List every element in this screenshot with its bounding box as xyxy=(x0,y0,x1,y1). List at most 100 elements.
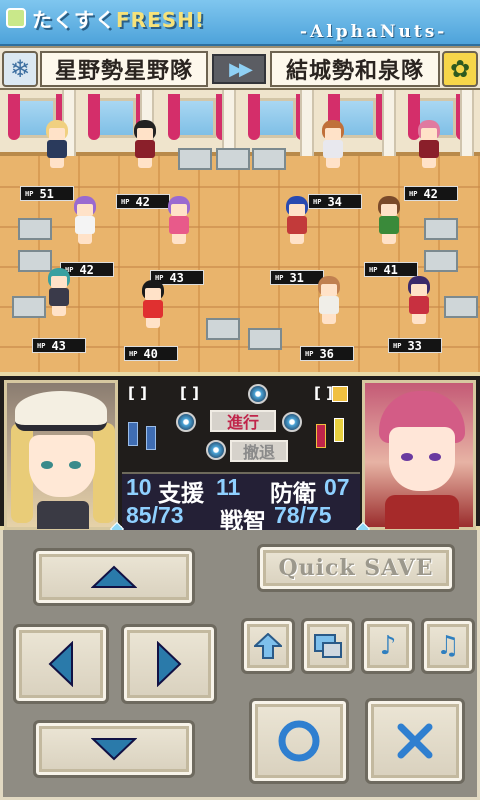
slot-bracket-2: [ ] xyxy=(180,384,199,402)
hp-value: 31 xyxy=(289,270,304,285)
slot-bracket-1: [ ] xyxy=(128,384,147,402)
hp-label: HP xyxy=(313,197,322,206)
scroll-up-button[interactable] xyxy=(241,618,295,674)
dpad-left-button[interactable] xyxy=(13,624,109,704)
gem-orb-icon xyxy=(206,440,226,460)
hp-label: HP xyxy=(305,349,314,358)
desk xyxy=(178,148,212,170)
unit-sprite[interactable] xyxy=(126,120,162,168)
unit-sprite[interactable] xyxy=(410,120,446,168)
hp-value: 33 xyxy=(407,338,422,353)
hp-label: HP xyxy=(369,265,378,274)
hp-badge: HP 40 xyxy=(124,346,178,361)
confirm-button[interactable] xyxy=(249,698,349,784)
desk xyxy=(18,218,52,240)
desk xyxy=(252,148,286,170)
unit-sprite[interactable] xyxy=(314,120,350,168)
retreat-button[interactable]: 撤退 xyxy=(230,440,288,462)
hp-value: 43 xyxy=(51,338,66,353)
arrow-left-icon xyxy=(48,641,73,687)
developer-name: -AlphaNuts- xyxy=(300,22,448,42)
hp-value: 42 xyxy=(79,262,94,277)
right-support-value: 11 xyxy=(216,474,241,500)
arrow-up-icon xyxy=(91,565,137,588)
desk xyxy=(206,318,240,340)
unit-sprite[interactable] xyxy=(278,196,314,244)
hp-value: 36 xyxy=(319,346,334,361)
unit-sprite[interactable] xyxy=(400,276,436,324)
team-bar: ❄ 星野勢星野隊 ▶▶ 結城勢和泉隊 ✿ xyxy=(0,46,480,90)
status-panel: [ ] [ ] [ ] 進行 撤退 10 支援 11 防衛 07 85/73 戦… xyxy=(0,372,480,537)
unit-card-icon xyxy=(316,424,326,448)
sound-button[interactable]: ♫ xyxy=(421,618,475,674)
app-title-main: たくすく xyxy=(32,8,116,32)
slot-bracket-3: [ ] xyxy=(314,384,333,402)
app-icon xyxy=(6,8,26,28)
music-toggle-icon: ♫ xyxy=(436,631,460,661)
units-layer: HP 51 HP 42 HP 34 HP 42 HP 42 HP 43 HP 31 HP 41 HP 43 HP 40… xyxy=(0,90,480,372)
versus-arrow-icon: ▶▶ xyxy=(212,54,266,84)
quick-save-label: Quick SAVE xyxy=(278,555,434,581)
app-title-fresh: FRESH! xyxy=(116,8,205,32)
arrow-right-icon xyxy=(157,641,182,687)
hp-value: 42 xyxy=(423,186,438,201)
right-tactics-value: 78/75 xyxy=(274,502,332,528)
advance-button[interactable]: 進行 xyxy=(210,410,276,432)
unit-sprite[interactable] xyxy=(40,268,76,316)
hp-value: 42 xyxy=(135,194,150,209)
unit-sprite[interactable] xyxy=(160,196,196,244)
hp-value: 51 xyxy=(39,186,54,201)
hp-value: 43 xyxy=(169,270,184,285)
hp-value: 41 xyxy=(383,262,398,277)
hp-badge: HP 41 xyxy=(364,262,418,277)
hp-label: HP xyxy=(409,189,418,198)
left-support-value: 10 xyxy=(126,474,152,500)
command-area: [ ] [ ] [ ] 進行 撤退 xyxy=(124,380,360,470)
desk xyxy=(424,218,458,240)
unit-sprite[interactable] xyxy=(134,280,170,328)
arrow-up-icon xyxy=(254,633,282,659)
gem-orb-icon xyxy=(176,412,196,432)
left-team-name: 星野勢星野隊 xyxy=(40,51,208,87)
left-tactics-value: 85/73 xyxy=(126,502,184,528)
shield-badge-icon xyxy=(332,386,348,402)
cross-cancel-icon xyxy=(397,723,433,759)
unit-sprite[interactable] xyxy=(66,196,102,244)
right-commander-portrait xyxy=(362,380,476,530)
unit-sprite[interactable] xyxy=(310,276,346,324)
cancel-button[interactable] xyxy=(365,698,465,784)
dpad-right-button[interactable] xyxy=(121,624,217,704)
hp-label: HP xyxy=(121,197,130,206)
dpad-up-button[interactable] xyxy=(33,548,195,606)
hp-badge: HP 43 xyxy=(32,338,86,353)
stats-panel: 10 支援 11 防衛 07 85/73 戦智 78/75 xyxy=(122,472,360,534)
gem-orb-icon xyxy=(248,384,268,404)
window-icon xyxy=(314,634,342,658)
music-note-icon: ♪ xyxy=(379,631,397,661)
unit-card-icon xyxy=(128,422,138,446)
hp-label: HP xyxy=(275,273,284,282)
tokugawa-crest-icon: ✿ xyxy=(442,51,478,87)
unit-sprite[interactable] xyxy=(370,196,406,244)
title-bar: たくすくFRESH! -AlphaNuts- xyxy=(0,0,480,46)
hp-label: HP xyxy=(25,189,34,198)
right-team-name: 結城勢和泉隊 xyxy=(270,51,440,87)
unit-sprite[interactable] xyxy=(38,120,74,168)
hp-value: 40 xyxy=(143,346,158,361)
circle-confirm-icon xyxy=(278,720,320,762)
hp-badge: HP 34 xyxy=(308,194,362,209)
quick-save-button[interactable]: Quick SAVE xyxy=(257,544,455,592)
window-toggle-button[interactable] xyxy=(301,618,355,674)
control-pad: Quick SAVE ♪ ♫ xyxy=(0,530,480,800)
desk xyxy=(444,296,478,318)
dpad-down-button[interactable] xyxy=(33,720,195,778)
desk xyxy=(248,328,282,350)
music-button[interactable]: ♪ xyxy=(361,618,415,674)
left-commander-portrait xyxy=(4,380,118,530)
hp-badge: HP 36 xyxy=(300,346,354,361)
defense-value: 07 xyxy=(324,474,350,500)
desk xyxy=(424,250,458,272)
hp-value: 34 xyxy=(327,194,342,209)
hp-badge: HP 33 xyxy=(388,338,442,353)
battle-field[interactable]: HP 51 HP 42 HP 34 HP 42 HP 42 HP 43 HP 31 HP 41 HP 43 HP 40… xyxy=(0,90,480,372)
